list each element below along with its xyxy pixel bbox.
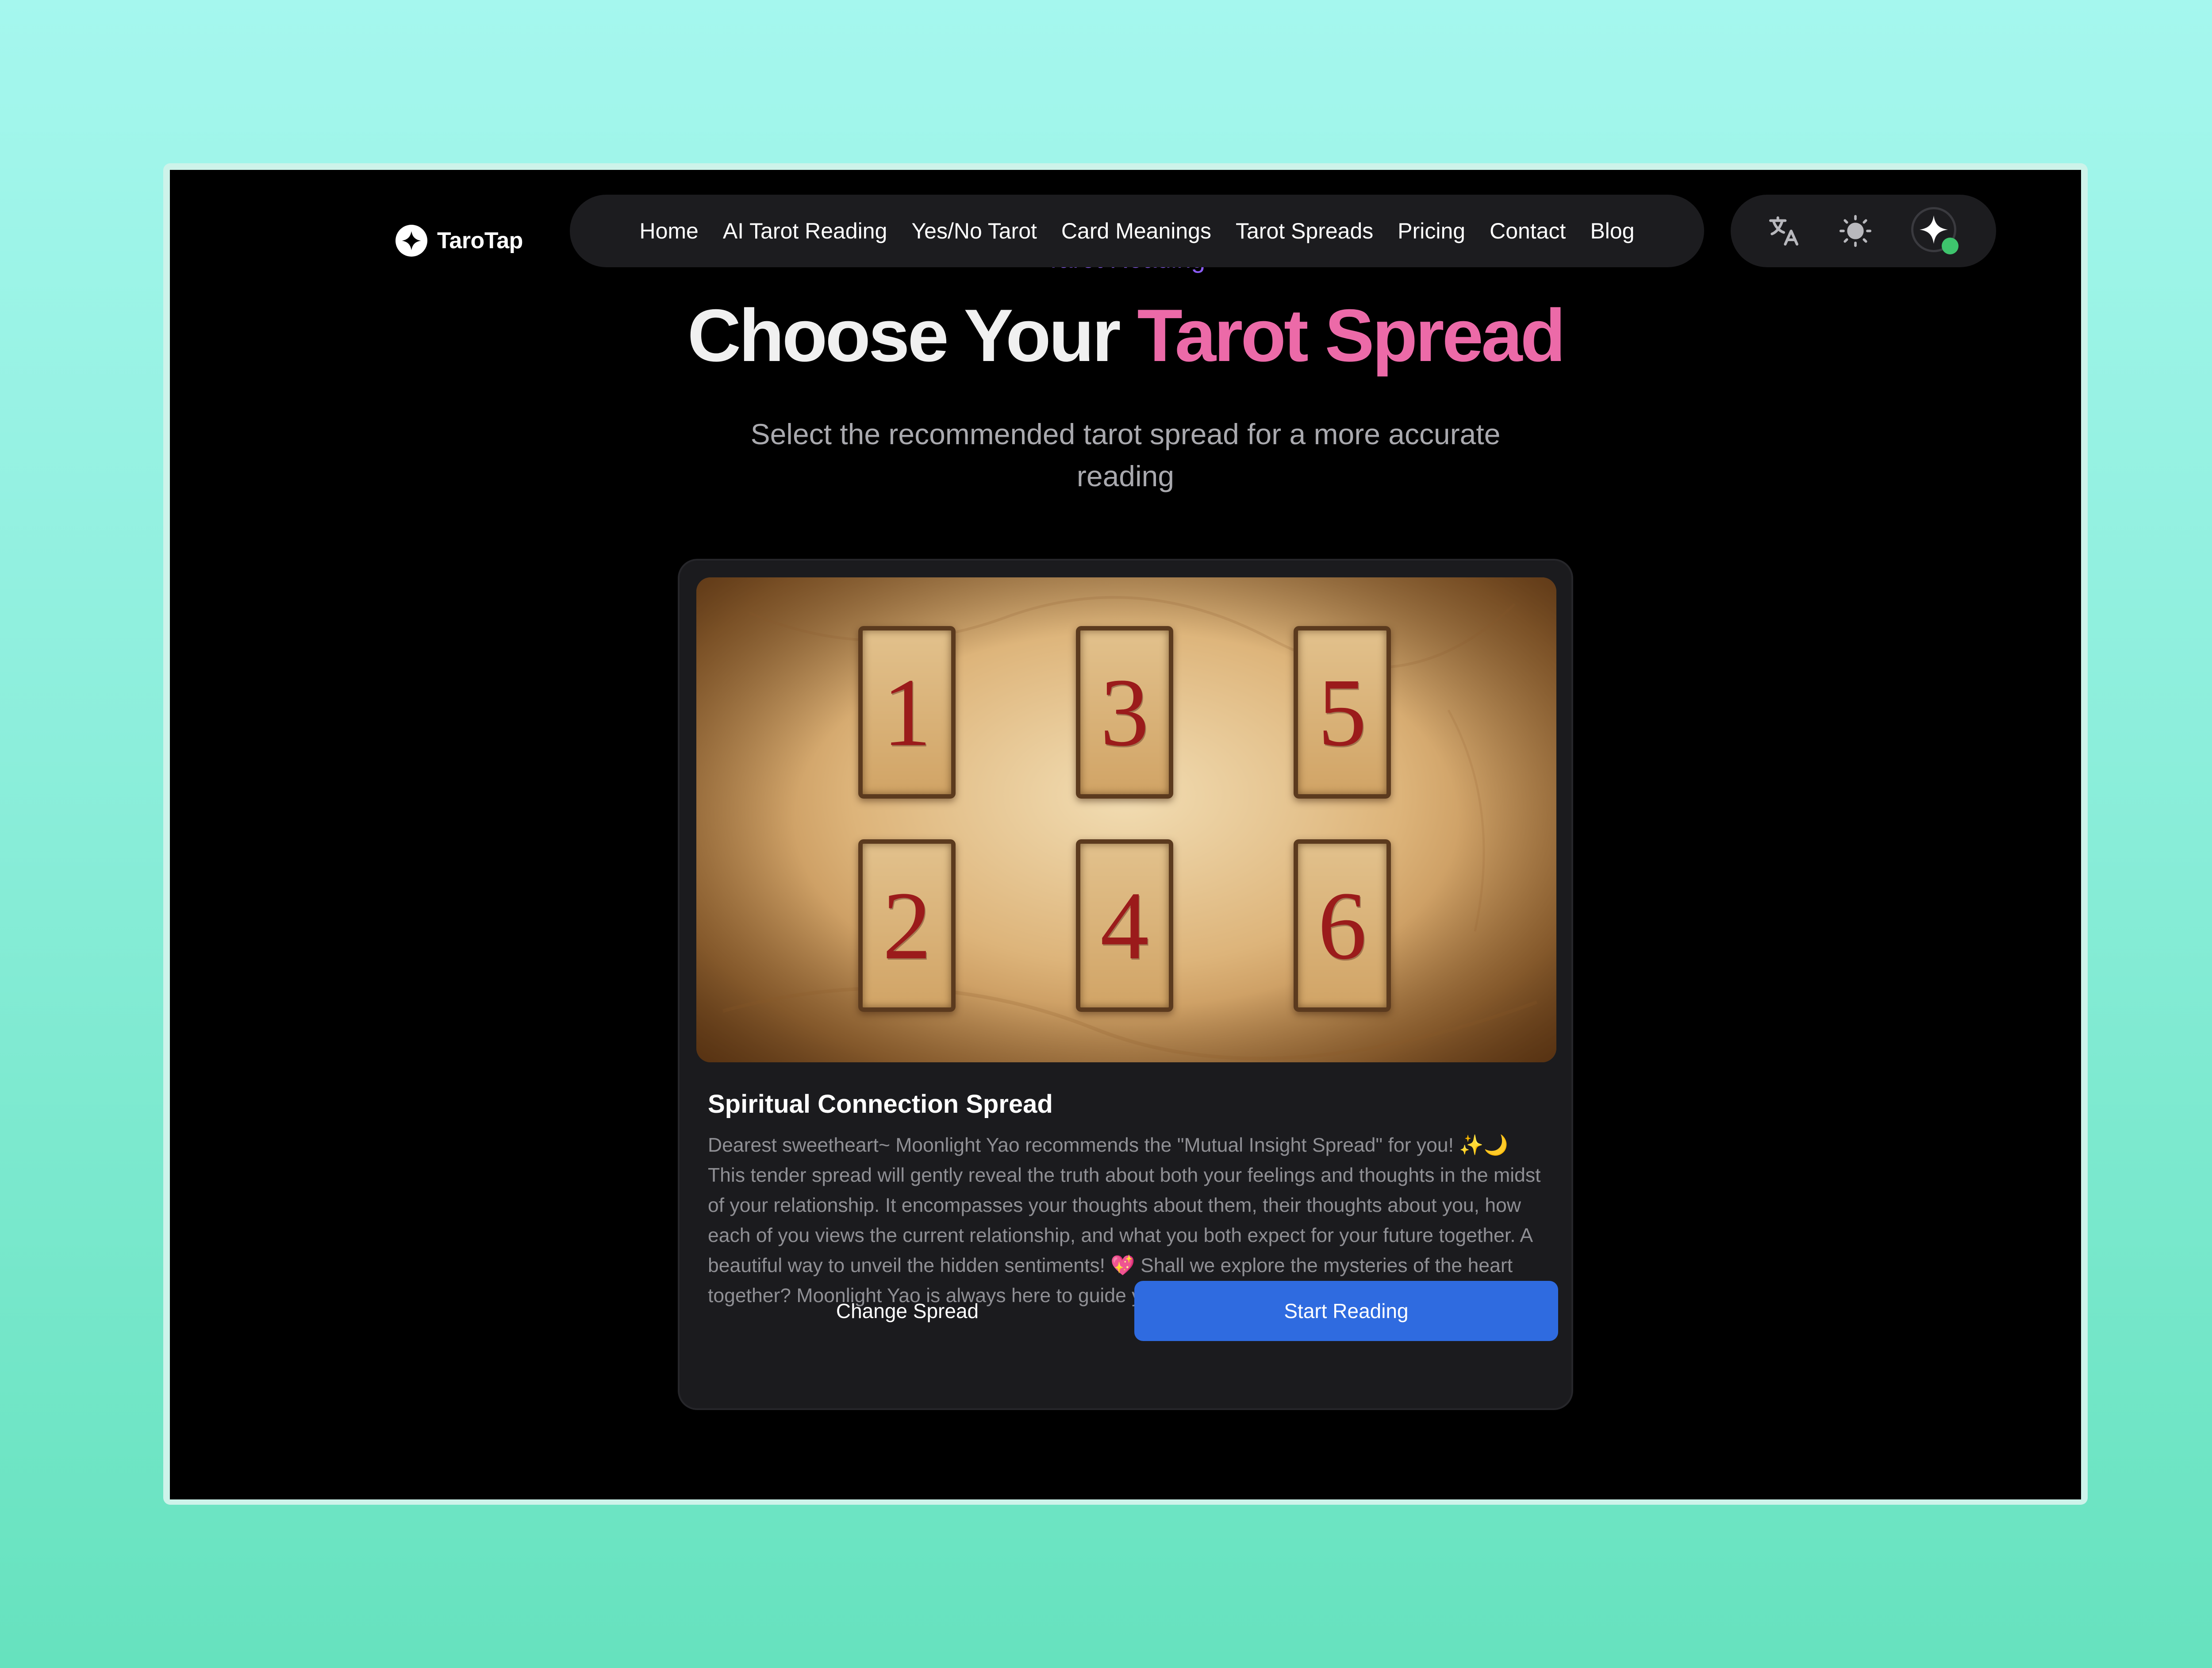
spread-slot-3: 3 [1076, 626, 1173, 799]
nav-item-yes-no-tarot[interactable]: Yes/No Tarot [911, 218, 1037, 244]
page-subtitle: Select the recommended tarot spread for … [750, 418, 1501, 492]
change-spread-button[interactable]: Change Spread [696, 1281, 1118, 1341]
slot-number: 6 [1318, 872, 1367, 980]
slot-number: 2 [883, 872, 931, 980]
header-actions [1731, 195, 1996, 267]
sun-icon[interactable] [1833, 209, 1878, 253]
nav-item-card-meanings[interactable]: Card Meanings [1061, 218, 1211, 244]
slot-number: 1 [883, 658, 931, 766]
spread-slot-6: 6 [1294, 839, 1391, 1012]
translate-icon[interactable] [1762, 209, 1806, 253]
spread-slot-5: 5 [1294, 626, 1391, 799]
nav-item-blog[interactable]: Blog [1590, 218, 1634, 244]
nav-item-home[interactable]: Home [639, 218, 698, 244]
spread-slot-1: 1 [858, 626, 956, 799]
spread-slot-4: 4 [1076, 839, 1173, 1012]
spread-slot-2: 2 [858, 839, 956, 1012]
page-title-accent: Tarot Spread [1137, 294, 1566, 377]
slot-number: 5 [1318, 658, 1367, 766]
nav-item-tarot-spreads[interactable]: Tarot Spreads [1236, 218, 1373, 244]
slot-number: 4 [1100, 872, 1149, 980]
spread-image: 1 3 5 2 4 6 [696, 577, 1556, 1062]
spread-title: Spiritual Connection Spread [708, 1090, 1053, 1118]
nav-item-pricing[interactable]: Pricing [1398, 218, 1465, 244]
user-avatar[interactable] [1911, 207, 1959, 254]
start-reading-button[interactable]: Start Reading [1134, 1281, 1558, 1341]
nav-item-contact[interactable]: Contact [1490, 218, 1566, 244]
brand-logo[interactable]: TaroTap [396, 214, 523, 267]
nav-item-ai-tarot-reading[interactable]: AI Tarot Reading [723, 218, 887, 244]
spread-card: 1 3 5 2 4 6 Spiritual Connection Spread … [678, 559, 1573, 1410]
logo-sparkle-icon [396, 225, 427, 257]
app-screen: Tarot Reading Choose Your Tarot Spread S… [170, 170, 2081, 1499]
page-title-part: Choose Your [687, 294, 1137, 377]
main-nav: Home AI Tarot Reading Yes/No Tarot Card … [570, 195, 1704, 267]
slot-number: 3 [1100, 658, 1149, 766]
page-title: Choose Your Tarot Spread [170, 295, 2081, 377]
online-status-dot [1942, 238, 1959, 254]
logo-text: TaroTap [437, 228, 523, 254]
